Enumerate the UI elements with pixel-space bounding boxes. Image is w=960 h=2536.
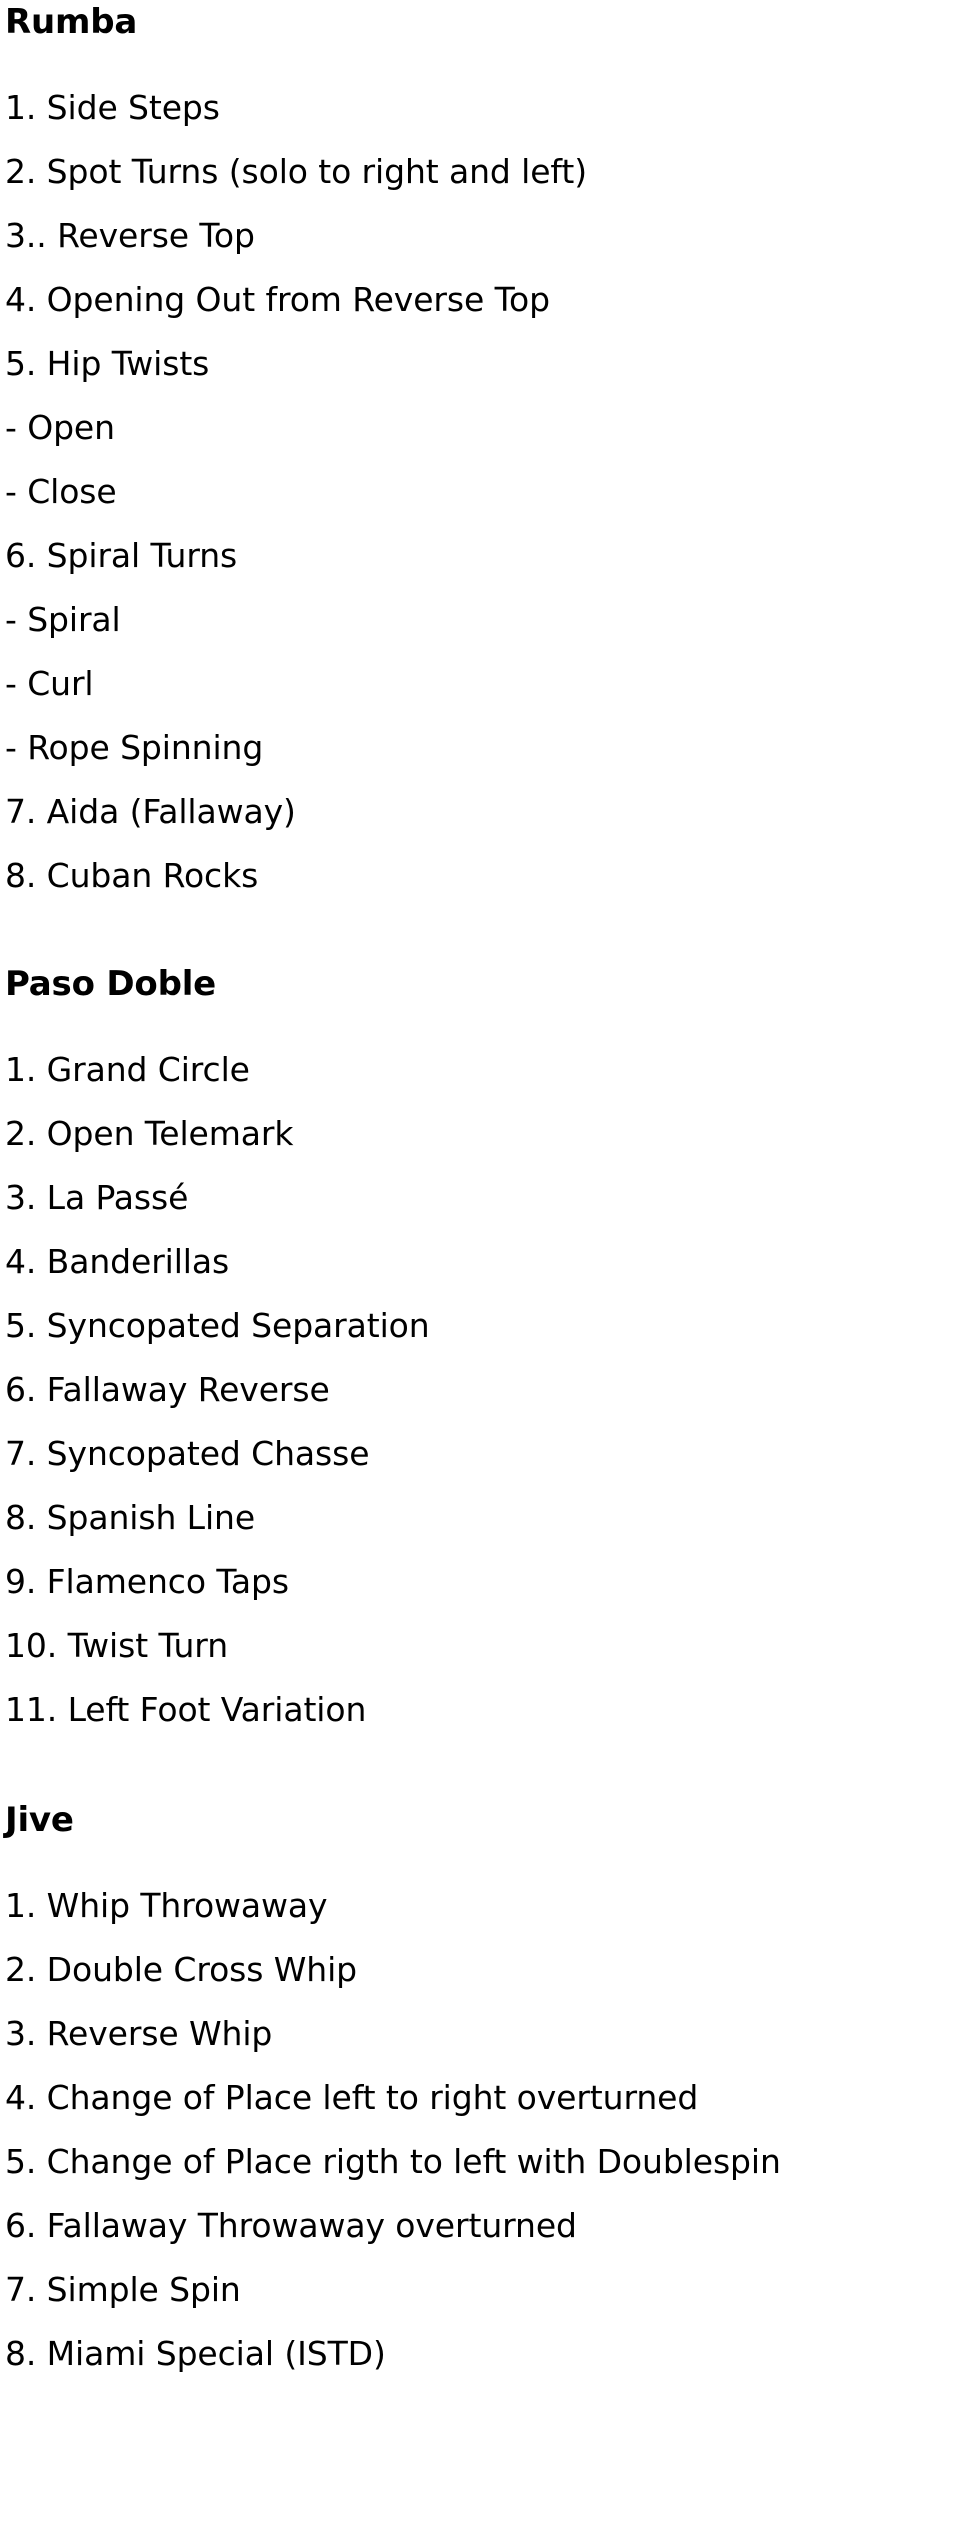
list-item: - Rope Spinning	[5, 728, 264, 767]
list-item: 2. Open Telemark	[5, 1114, 294, 1153]
list-item: 4. Banderillas	[5, 1242, 230, 1281]
list-item: 1. Side Steps	[5, 88, 220, 127]
list-item: 2. Spot Turns (solo to right and left)	[5, 152, 587, 191]
list-item: 10. Twist Turn	[5, 1626, 229, 1665]
list-item: 1. Whip Throwaway	[5, 1886, 328, 1925]
list-item: 8. Spanish Line	[5, 1498, 256, 1537]
list-item: - Curl	[5, 664, 94, 703]
list-item: 6. Spiral Turns	[5, 536, 238, 575]
list-item: 9. Flamenco Taps	[5, 1562, 289, 1601]
section-heading-paso-doble: Paso Doble	[5, 964, 217, 1004]
list-item: - Close	[5, 472, 117, 511]
list-item: 3. La Passé	[5, 1178, 189, 1217]
section-heading-rumba: Rumba	[5, 2, 138, 42]
list-item: 5. Change of Place rigth to left with Do…	[5, 2142, 781, 2181]
list-item: 11. Left Foot Variation	[5, 1690, 367, 1729]
list-item: 4. Opening Out from Reverse Top	[5, 280, 550, 319]
section-heading-jive: Jive	[5, 1800, 74, 1840]
list-item: 1. Grand Circle	[5, 1050, 250, 1089]
section-rumba: Rumba 1. Side Steps 2. Spot Turns (solo …	[5, 0, 960, 908]
list-item: 5. Syncopated Separation	[5, 1306, 430, 1345]
list-item: 7. Syncopated Chasse	[5, 1434, 370, 1473]
list-item: 3. Reverse Whip	[5, 2014, 273, 2053]
figure-list-jive: 1. Whip Throwaway 2. Double Cross Whip 3…	[5, 1874, 960, 2386]
section-paso-doble: Paso Doble 1. Grand Circle 2. Open Telem…	[5, 964, 960, 1742]
list-item: 3.. Reverse Top	[5, 216, 255, 255]
section-jive: Jive 1. Whip Throwaway 2. Double Cross W…	[5, 1800, 960, 2386]
list-item: 7. Simple Spin	[5, 2270, 241, 2309]
figure-list-rumba: 1. Side Steps 2. Spot Turns (solo to rig…	[5, 76, 960, 908]
list-item: 4. Change of Place left to right overtur…	[5, 2078, 699, 2117]
list-item: 2. Double Cross Whip	[5, 1950, 358, 1989]
document-page: Rumba 1. Side Steps 2. Spot Turns (solo …	[0, 0, 960, 2386]
list-item: 8. Cuban Rocks	[5, 856, 259, 895]
list-item: 7. Aida (Fallaway)	[5, 792, 296, 831]
list-item: 8. Miami Special (ISTD)	[5, 2334, 386, 2373]
list-item: 5. Hip Twists	[5, 344, 210, 383]
figure-list-paso-doble: 1. Grand Circle 2. Open Telemark 3. La P…	[5, 1038, 960, 1742]
list-item: - Spiral	[5, 600, 121, 639]
list-item: 6. Fallaway Reverse	[5, 1370, 330, 1409]
list-item: 6. Fallaway Throwaway overturned	[5, 2206, 577, 2245]
list-item: - Open	[5, 408, 115, 447]
